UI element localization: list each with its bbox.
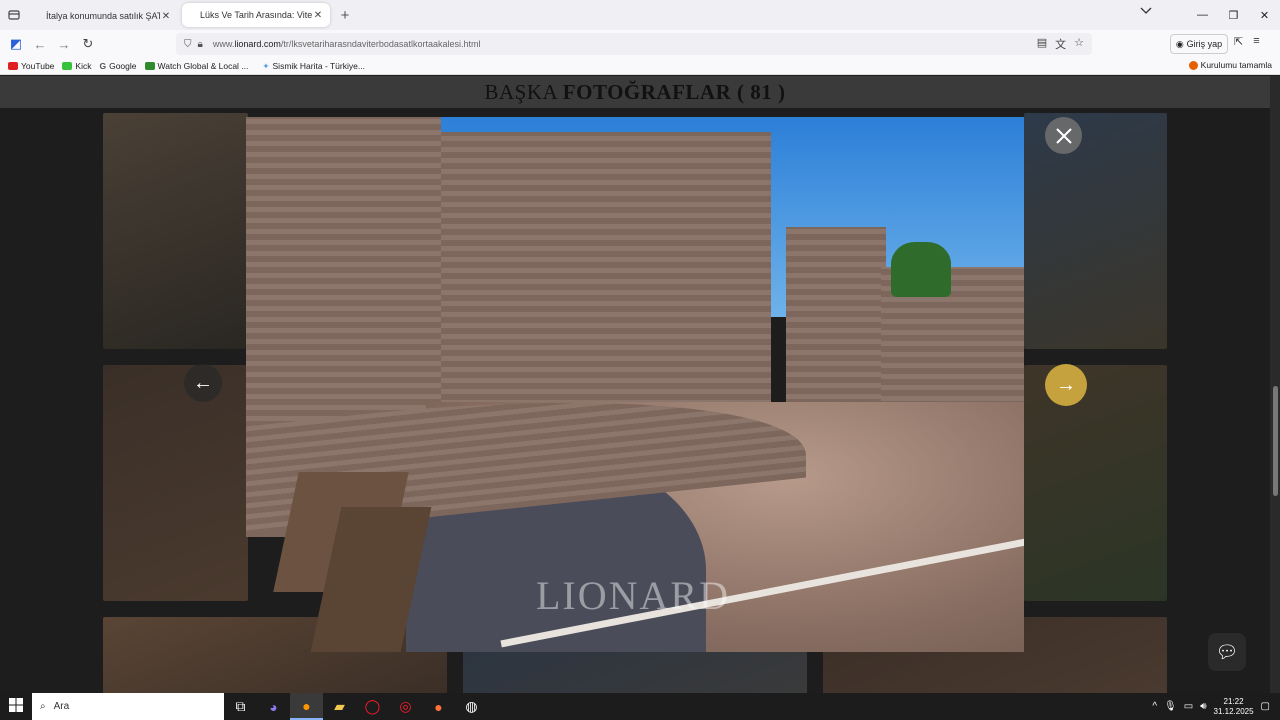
task-view-icon[interactable]: ⧉ <box>224 693 257 720</box>
bookmark-label: Watch Global & Local ... <box>157 61 249 71</box>
clock[interactable]: 21:22 31.12.2025 <box>1214 697 1254 717</box>
forward-icon[interactable]: → <box>52 37 76 52</box>
bookmark-label: Google <box>109 61 137 71</box>
scrollbar[interactable] <box>1270 76 1280 693</box>
tab-1[interactable]: İtalya konumunda satılık ŞATO | ✕ <box>28 3 178 29</box>
account-icon: ◉ <box>1175 38 1184 49</box>
signin-button[interactable]: ◉ Giriş yap <box>1170 34 1228 54</box>
bookmarks-bar: YouTube Kick G Google Watch Global & Loc… <box>0 58 1280 75</box>
heading-prefix: BAŞKA <box>484 80 558 104</box>
extension-icon[interactable]: ◩ <box>4 36 28 52</box>
watermark: LIONARD <box>536 573 730 618</box>
close-lightbox-button[interactable] <box>1045 117 1082 154</box>
firefox-icon <box>1188 60 1198 70</box>
extensions-icon[interactable]: ⇱ <box>1234 35 1243 48</box>
url-prefix: www. <box>212 39 235 49</box>
url-path: /tr/lksvetariharasndaviterbodasatlkortaa… <box>280 39 481 49</box>
close-icon[interactable]: ✕ <box>312 10 324 21</box>
setup-complete[interactable]: Kurulumu tamamla <box>1188 60 1272 70</box>
setup-label: Kurulumu tamamla <box>1200 60 1272 70</box>
trees <box>891 242 951 297</box>
lock-icon[interactable]: 🔒︎ <box>198 39 203 50</box>
window-controls: — ❐ ✕ <box>1187 0 1280 30</box>
signin-label: Giriş yap <box>1186 39 1223 49</box>
gallery-thumb[interactable] <box>1024 113 1167 349</box>
tab-title: İtalya konumunda satılık ŞATO | <box>46 11 160 21</box>
volume-icon[interactable]: 🔊︎ <box>1200 701 1206 712</box>
file-explorer-icon[interactable]: ▰ <box>323 693 356 720</box>
reader-icon[interactable]: ▤ <box>1037 36 1047 52</box>
pin-icon: ✦ <box>262 60 270 71</box>
search-icon: ⌕ <box>40 701 46 712</box>
previous-image-button[interactable]: ← <box>184 364 222 402</box>
notifications-icon[interactable]: ▢ <box>1261 701 1270 712</box>
scrollbar-thumb[interactable] <box>1273 386 1278 496</box>
address-bar[interactable]: ⛉ 🔒︎ www.lionard.com/tr/lksvetariharasnd… <box>176 33 1092 55</box>
firefox-icon[interactable]: ● <box>290 693 323 720</box>
tab-bar: İtalya konumunda satılık ŞATO | ✕ Lüks V… <box>0 0 1280 30</box>
close-icon[interactable]: ✕ <box>1249 9 1280 22</box>
url-domain: lionard.com <box>234 39 281 49</box>
maximize-icon[interactable]: ❐ <box>1218 9 1249 22</box>
youtube-icon <box>8 62 18 70</box>
bookmark-label: Kick <box>75 61 92 71</box>
menu-icon[interactable]: ≡ <box>1253 35 1259 48</box>
opera-gx-icon[interactable]: ◎ <box>389 693 422 720</box>
copilot-icon[interactable]: ◕ <box>257 693 290 720</box>
next-image-button[interactable]: → <box>1045 364 1087 406</box>
bookmark-label: Sismik Harita - Türkiye... <box>272 61 365 71</box>
bookmark-youtube[interactable]: YouTube <box>8 61 54 71</box>
taskbar: ⌕ Ara ⧉ ◕ ● ▰ ◯ ◎ ● ◍ ^ 🎙︎ ▭ 🔊︎ 21:22 31… <box>0 693 1280 720</box>
search-placeholder: Ara <box>53 701 70 712</box>
kick-icon <box>62 62 73 70</box>
star-icon[interactable]: ☆ <box>1074 36 1084 52</box>
chat-icon: 💬︎ <box>1215 641 1239 662</box>
bookmark-kick[interactable]: Kick <box>62 61 91 71</box>
chevron-up-icon[interactable]: ^ <box>1152 701 1157 712</box>
reload-icon[interactable]: ↻ <box>76 36 100 52</box>
shield-icon[interactable]: ⛉ <box>184 39 192 50</box>
taskbar-search[interactable]: ⌕ Ara <box>32 693 224 720</box>
page-heading: BAŞKA FOTOĞRAFLAR ( 81 ) <box>0 80 1270 105</box>
clock-date: 31.12.2025 <box>1213 706 1254 716</box>
system-tray: ^ 🎙︎ ▭ 🔊︎ 21:22 31.12.2025 ▢ <box>1152 693 1280 720</box>
app-icon[interactable]: ◍ <box>455 693 488 720</box>
castle-right-tower <box>786 227 886 427</box>
nav-bar: ◩ ← → ↻ ⛉ 🔒︎ www.lionard.com/tr/lksvetar… <box>0 30 1280 58</box>
close-icon <box>1055 127 1072 144</box>
plus-icon[interactable]: + <box>334 7 356 24</box>
bookmark-label: YouTube <box>21 61 55 71</box>
gallery-thumb[interactable] <box>1024 365 1167 601</box>
network-icon[interactable]: ▭ <box>1184 701 1193 712</box>
heading-bold: FOTOĞRAFLAR ( 81 ) <box>562 80 786 104</box>
firefox-alt-icon[interactable]: ● <box>422 693 455 720</box>
clock-time: 21:22 <box>1223 696 1244 706</box>
arrow-right-icon: → <box>1056 373 1076 396</box>
url-text[interactable]: www.lionard.com/tr/lksvetariharasndavite… <box>213 39 1037 49</box>
chat-button[interactable]: 💬︎ <box>1208 633 1246 671</box>
chevron-down-icon[interactable] <box>1140 7 1152 18</box>
castle-main-wall <box>441 132 771 422</box>
gallery-thumb[interactable] <box>103 113 248 349</box>
arrow-left-icon: ← <box>193 371 213 394</box>
tab-title: Lüks Ve Tarih Arasında: Viterbo <box>200 10 312 20</box>
google-icon: G <box>99 61 107 71</box>
gallery-thumb[interactable] <box>103 365 248 601</box>
minimize-icon[interactable]: — <box>1187 9 1218 21</box>
lightbox-image: LIONARD <box>246 117 1024 652</box>
windows-icon[interactable] <box>0 698 32 715</box>
bookmark-sismik[interactable]: ✦ Sismik Harita - Türkiye... <box>262 61 365 72</box>
tab-list-icon[interactable] <box>0 0 28 30</box>
translate-icon[interactable]: 文 <box>1055 36 1066 52</box>
close-icon[interactable]: ✕ <box>160 11 172 22</box>
bookmark-watch[interactable]: Watch Global & Local ... <box>144 61 249 71</box>
microphone-icon[interactable]: 🎙︎ <box>1164 701 1177 712</box>
back-icon[interactable]: ← <box>28 37 52 52</box>
tab-2-active[interactable]: Lüks Ve Tarih Arasında: Viterbo ✕ <box>182 3 330 27</box>
bookmark-google[interactable]: G Google <box>99 61 136 71</box>
opera-icon[interactable]: ◯ <box>356 693 389 720</box>
tv-icon <box>144 62 155 70</box>
